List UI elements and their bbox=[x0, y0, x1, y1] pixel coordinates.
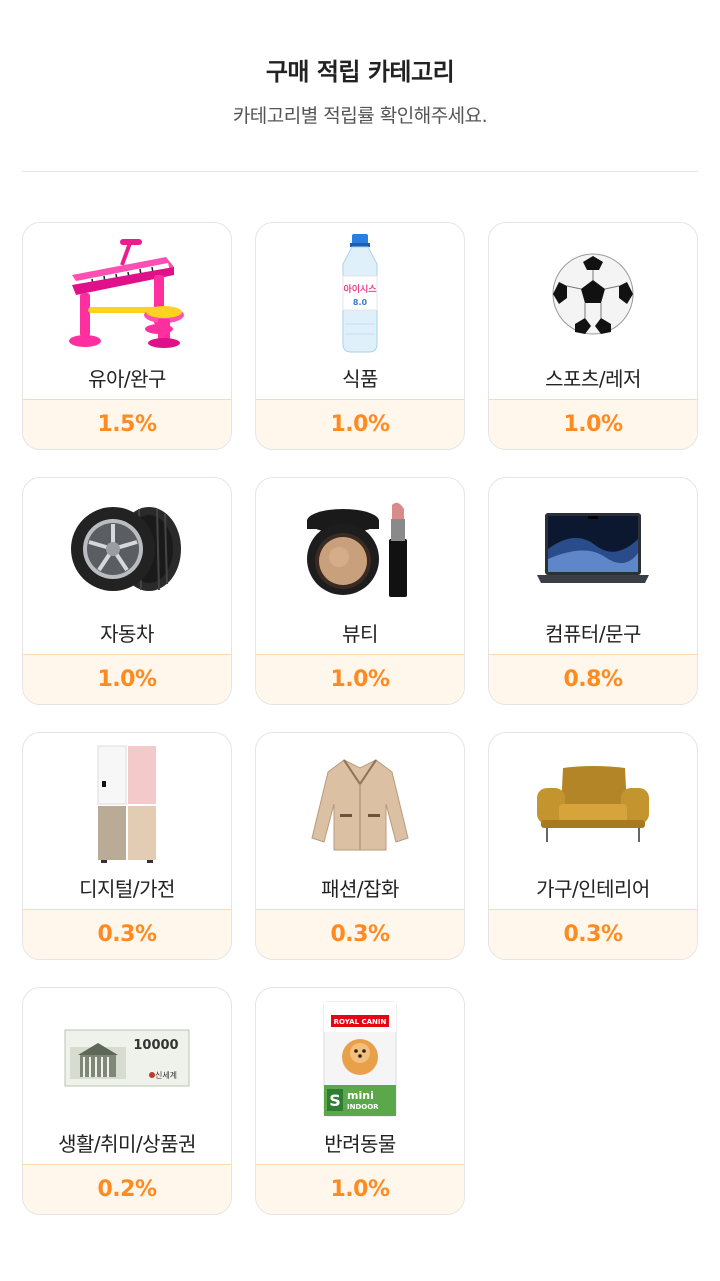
category-rate: 0.3% bbox=[23, 909, 231, 959]
dog-food-bag-icon: ROYAL CANIN S mini INDOOR bbox=[256, 994, 464, 1124]
category-rate: 1.0% bbox=[256, 654, 464, 704]
water-brand-text: 아이시스 bbox=[343, 283, 377, 295]
category-card-living-hobby-voucher[interactable]: 10000 신세계 생활/취미/상품권 0.2% bbox=[22, 987, 232, 1215]
category-name: 유아/완구 bbox=[88, 367, 166, 391]
dogfood-line-text: mini bbox=[347, 1089, 374, 1102]
category-card-computer[interactable]: 컴퓨터/문구 0.8% bbox=[488, 477, 698, 705]
refrigerator-icon bbox=[23, 739, 231, 869]
laptop-icon bbox=[489, 484, 697, 614]
category-card-sports[interactable]: 스포츠/레저 1.0% bbox=[488, 222, 698, 450]
category-card-fashion[interactable]: 패션/잡화 0.3% bbox=[255, 732, 465, 960]
category-rate: 1.5% bbox=[23, 399, 231, 449]
category-rate: 1.0% bbox=[256, 1164, 464, 1214]
dogfood-size-text: S bbox=[329, 1091, 341, 1110]
dogfood-brand-text: ROYAL CANIN bbox=[334, 1018, 387, 1026]
soccer-ball-icon bbox=[489, 229, 697, 359]
category-name: 컴퓨터/문구 bbox=[545, 622, 641, 646]
page-header: 구매 적립 카테고리 카테고리별 적립률 확인해주세요. bbox=[0, 52, 720, 128]
category-card-furniture[interactable]: 가구/인테리어 0.3% bbox=[488, 732, 698, 960]
cosmetics-icon bbox=[256, 484, 464, 614]
page-title: 구매 적립 카테고리 bbox=[265, 58, 455, 86]
category-rate: 1.0% bbox=[256, 399, 464, 449]
category-name: 가구/인테리어 bbox=[536, 877, 650, 901]
category-card-pets[interactable]: ROYAL CANIN S mini INDOOR 반려동물 1.0% bbox=[255, 987, 465, 1215]
water-size-text: 8.0 bbox=[353, 298, 368, 307]
dogfood-variant-text: INDOOR bbox=[347, 1103, 379, 1111]
category-rate: 1.0% bbox=[489, 399, 697, 449]
category-name: 생활/취미/상품권 bbox=[58, 1132, 196, 1156]
category-name: 자동차 bbox=[100, 622, 154, 646]
category-rate: 1.0% bbox=[23, 654, 231, 704]
category-rate: 0.3% bbox=[256, 909, 464, 959]
category-card-food[interactable]: 아이시스 8.0 식품 1.0% bbox=[255, 222, 465, 450]
category-rate: 0.3% bbox=[489, 909, 697, 959]
toy-piano-icon bbox=[23, 229, 231, 359]
voucher-brand-text: 신세계 bbox=[155, 1070, 177, 1080]
voucher-amount-text: 10000 bbox=[133, 1038, 178, 1053]
category-card-kids-toys[interactable]: 유아/완구 1.5% bbox=[22, 222, 232, 450]
water-bottle-icon: 아이시스 8.0 bbox=[256, 229, 464, 359]
category-name: 식품 bbox=[342, 367, 378, 391]
category-name: 패션/잡화 bbox=[321, 877, 399, 901]
category-card-digital-appliances[interactable]: 디지털/가전 0.3% bbox=[22, 732, 232, 960]
category-rate: 0.2% bbox=[23, 1164, 231, 1214]
category-card-beauty[interactable]: 뷰티 1.0% bbox=[255, 477, 465, 705]
fleece-jacket-icon bbox=[256, 739, 464, 869]
category-rate: 0.8% bbox=[489, 654, 697, 704]
category-name: 스포츠/레저 bbox=[545, 367, 641, 391]
header-divider bbox=[22, 171, 698, 172]
category-name: 디지털/가전 bbox=[79, 877, 175, 901]
gift-voucher-icon: 10000 신세계 bbox=[23, 994, 231, 1124]
category-card-automotive[interactable]: 자동차 1.0% bbox=[22, 477, 232, 705]
tire-icon bbox=[23, 484, 231, 614]
category-name: 뷰티 bbox=[342, 622, 378, 646]
armchair-icon bbox=[489, 739, 697, 869]
category-name: 반려동물 bbox=[324, 1132, 396, 1156]
page-subtitle: 카테고리별 적립률 확인해주세요. bbox=[232, 105, 488, 127]
category-grid: 유아/완구 1.5% 아이시스 8.0 식품 1.0% 스포츠/레저 1.0% … bbox=[22, 222, 698, 1215]
